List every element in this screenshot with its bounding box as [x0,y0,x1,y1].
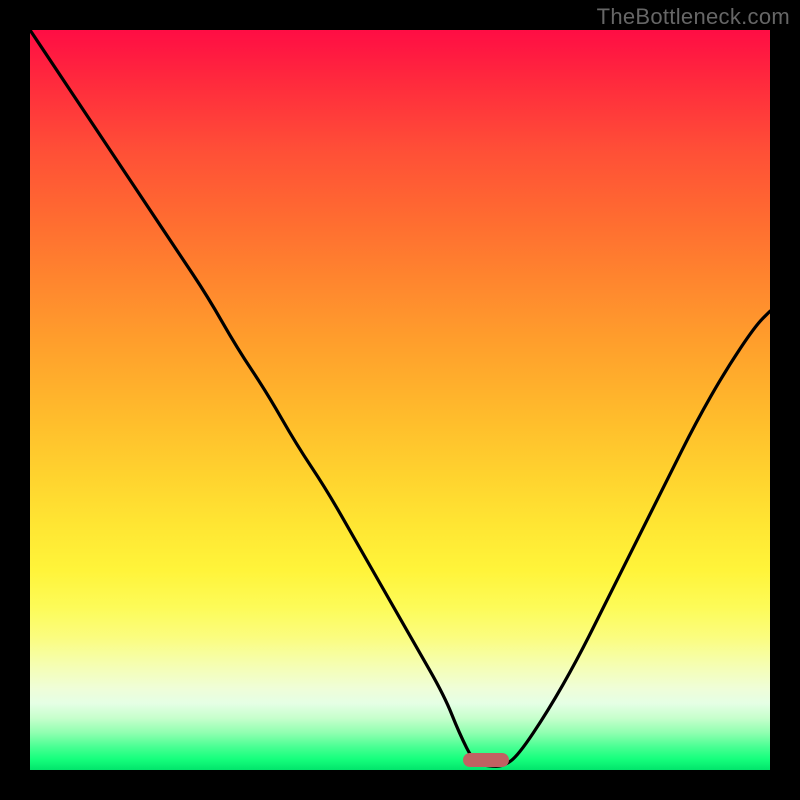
chart-frame: TheBottleneck.com [0,0,800,800]
bottleneck-curve [30,30,770,770]
curve-path [30,30,770,766]
watermark-label: TheBottleneck.com [597,4,790,30]
optimal-marker [463,753,509,767]
plot-area [30,30,770,770]
